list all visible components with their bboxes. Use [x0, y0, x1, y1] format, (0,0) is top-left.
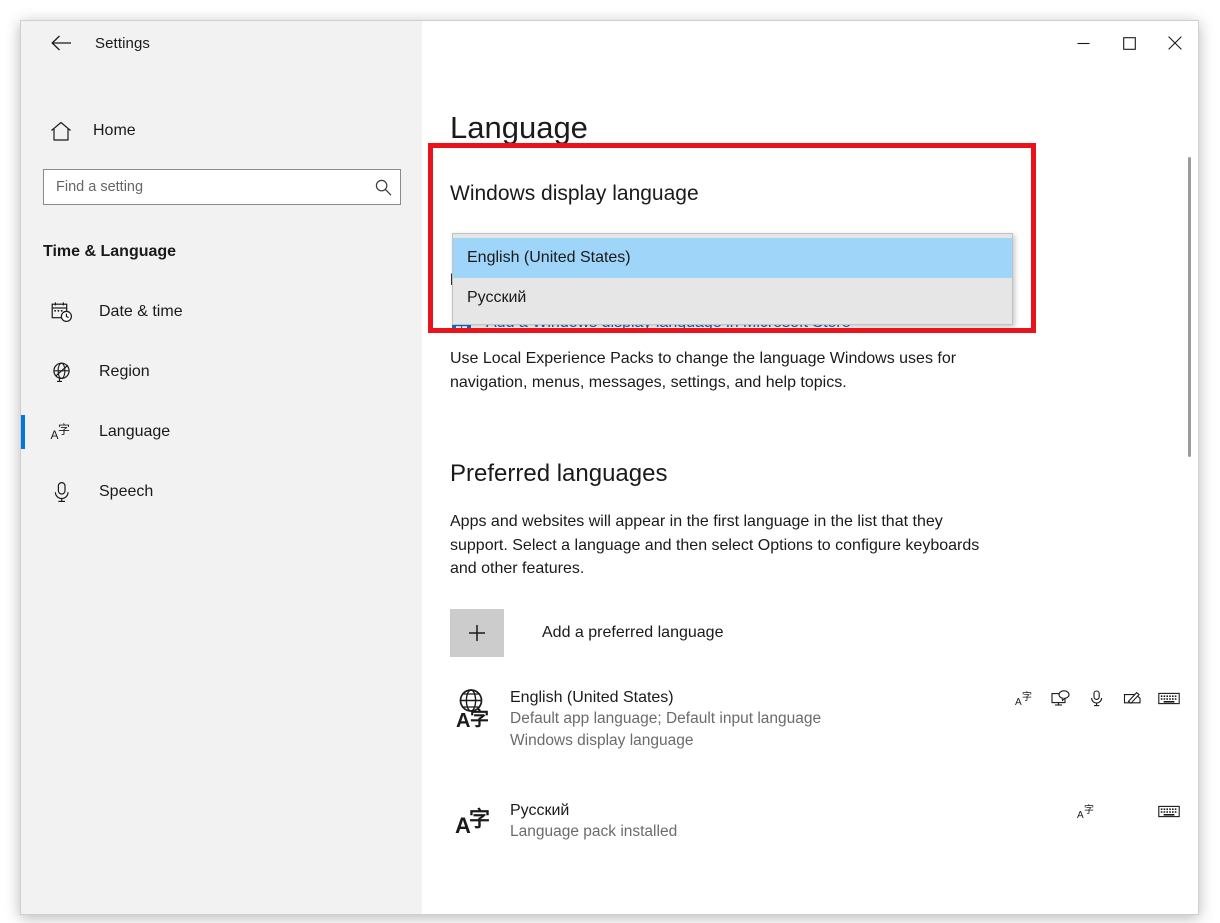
globe-icon — [43, 361, 81, 383]
dropdown-option-english[interactable]: English (United States) — [453, 238, 1012, 278]
home-icon — [41, 121, 81, 142]
sidebar-item-label: Language — [99, 423, 171, 440]
language-pack-icon[interactable]: A 字 — [1076, 802, 1098, 822]
svg-text:字: 字 — [1022, 690, 1032, 703]
keyboard-icon[interactable] — [1158, 689, 1180, 709]
search-box[interactable] — [43, 169, 401, 205]
list-item[interactable]: A 字 Русский Language pack installed A 字 — [450, 798, 1198, 858]
language-az-icon: A 字 — [43, 421, 81, 443]
sidebar-item-label: Speech — [99, 483, 154, 500]
list-item-partial[interactable] — [450, 913, 1198, 914]
search-input[interactable] — [44, 179, 366, 195]
search-icon — [366, 179, 400, 196]
selection-accent — [21, 415, 25, 449]
preferred-languages-description: Apps and websites will appear in the fir… — [450, 513, 980, 578]
svg-text:A: A — [1015, 697, 1022, 707]
dropdown-option-russian[interactable]: Русский — [453, 278, 1012, 318]
language-action-icons — [450, 913, 1198, 914]
keyboard-icon[interactable] — [1158, 802, 1180, 822]
list-item-text: English (United States) Default app lang… — [510, 685, 1014, 752]
list-item[interactable]: A 字 English (United States) Default app … — [450, 685, 1198, 752]
sidebar-item-label: Region — [99, 363, 150, 380]
svg-text:字: 字 — [469, 807, 490, 831]
svg-text:字: 字 — [470, 707, 489, 730]
language-name: English (United States) — [510, 688, 674, 706]
sidebar-item-date-time[interactable]: Date & time — [21, 289, 422, 335]
vertical-scrollbar[interactable] — [1184, 65, 1196, 914]
title-bar: Settings — [21, 21, 1198, 65]
display-speech-icon[interactable] — [1050, 689, 1072, 709]
scrollbar-thumb[interactable] — [1188, 157, 1191, 457]
caption-buttons — [1060, 21, 1198, 65]
svg-text:A: A — [456, 710, 470, 732]
sidebar-category-title: Time & Language — [43, 243, 177, 260]
page-title: Language — [450, 110, 588, 145]
list-item-text: Русский Language pack installed — [510, 798, 1076, 843]
sidebar-item-region[interactable]: Region — [21, 349, 422, 395]
selection-accent — [21, 475, 25, 509]
handwriting-icon[interactable] — [1122, 689, 1144, 709]
windows-display-language-dropdown[interactable]: English (United States) Русский — [452, 233, 1013, 325]
language-meta: Windows display language — [510, 731, 694, 749]
microphone-icon — [43, 481, 81, 503]
language-name: Русский — [510, 801, 570, 819]
window-title: Settings — [95, 34, 150, 52]
add-preferred-language-button[interactable]: Add a preferred language — [450, 608, 1198, 657]
language-meta: Language pack installed — [510, 823, 678, 841]
svg-text:A: A — [1077, 810, 1084, 820]
keyboard-icon[interactable] — [1158, 913, 1180, 914]
selection-accent — [21, 355, 25, 389]
globe-language-icon: A 字 — [450, 685, 510, 733]
close-icon[interactable] — [1152, 21, 1198, 65]
minimize-icon[interactable] — [1060, 21, 1106, 65]
preferred-languages-heading: Preferred languages — [450, 460, 668, 488]
selection-accent — [21, 295, 25, 329]
svg-text:字: 字 — [1084, 803, 1094, 816]
title-bar-left: Settings — [21, 21, 422, 65]
sidebar-item-speech[interactable]: Speech — [21, 469, 422, 515]
calendar-clock-icon — [43, 301, 81, 323]
local-experience-packs-text: Use Local Experience Packs to change the… — [450, 350, 957, 391]
sidebar-item-label: Date & time — [99, 303, 183, 320]
svg-text:字: 字 — [58, 422, 70, 437]
content-pane: Language Windows display language langua… — [422, 65, 1198, 914]
sidebar: Home Time & Language — [21, 65, 422, 914]
language-action-icons: A 字 — [1014, 685, 1198, 709]
sidebar-nav-list: Date & time Region A 字 Language Speech — [21, 289, 422, 515]
language-meta: Default app language; Default input lang… — [510, 710, 822, 728]
back-arrow-icon[interactable] — [39, 21, 83, 65]
windows-display-language-heading: Windows display language — [450, 182, 699, 205]
plus-icon — [450, 608, 504, 657]
settings-window: Settings Home Find a setting Time & Lang… — [20, 20, 1199, 915]
add-preferred-language-label: Add a preferred language — [542, 623, 724, 641]
language-az-icon: A 字 — [450, 798, 510, 840]
home-label: Home — [93, 122, 136, 139]
language-pack-icon[interactable]: A 字 — [1014, 689, 1036, 709]
sidebar-item-home[interactable]: Home — [21, 111, 422, 151]
microphone-icon[interactable] — [1086, 689, 1108, 709]
sidebar-item-language[interactable]: A 字 Language — [21, 409, 422, 455]
maximize-icon[interactable] — [1106, 21, 1152, 65]
language-action-icons: A 字 — [1076, 798, 1198, 822]
